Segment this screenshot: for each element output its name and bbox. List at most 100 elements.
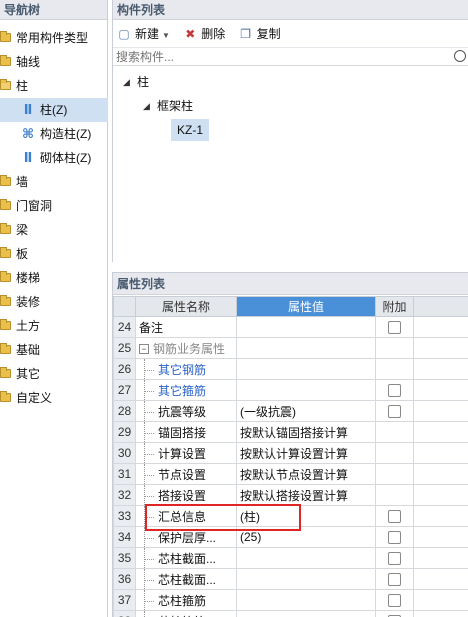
property-row[interactable]: 26 其它钢筋 xyxy=(113,358,468,380)
property-name-cell[interactable]: 芯柱箍筋 xyxy=(135,610,237,617)
search-icon[interactable] xyxy=(454,50,466,62)
property-value-cell[interactable] xyxy=(236,610,376,617)
property-name-cell[interactable]: 芯柱箍筋 xyxy=(135,589,237,611)
property-name-cell[interactable]: 节点设置 xyxy=(135,463,237,485)
nav-item-14[interactable]: 其它 xyxy=(0,362,108,386)
property-name: 抗震等级 xyxy=(158,404,207,419)
nav-item-8[interactable]: 梁 xyxy=(0,218,108,242)
tree-node-column[interactable]: ◢ 柱 xyxy=(113,70,468,94)
property-value-cell[interactable]: 按默认节点设置计算 xyxy=(236,463,376,485)
property-row[interactable]: 25− 钢筋业务属性 xyxy=(113,337,468,359)
property-value-cell[interactable]: 按默认锚固搭接计算 xyxy=(236,421,376,443)
nav-item-label: 板 xyxy=(16,247,29,261)
nav-item-11[interactable]: 装修 xyxy=(0,290,108,314)
property-name-cell[interactable]: 其它箍筋 xyxy=(135,379,237,401)
folder-icon xyxy=(0,295,11,306)
extra-checkbox[interactable] xyxy=(388,531,401,545)
property-row[interactable]: 38芯柱箍筋 xyxy=(113,610,468,617)
extra-checkbox[interactable] xyxy=(388,405,401,419)
property-value-cell[interactable] xyxy=(236,547,376,569)
property-value-cell[interactable] xyxy=(236,358,376,380)
property-spare-cell xyxy=(413,463,468,485)
nav-item-0[interactable]: 常用构件类型 xyxy=(0,26,108,50)
nav-item-13[interactable]: 基础 xyxy=(0,338,108,362)
property-row[interactable]: 27 其它箍筋 xyxy=(113,379,468,401)
extra-checkbox[interactable] xyxy=(388,321,401,335)
nav-item-10[interactable]: 楼梯 xyxy=(0,266,108,290)
property-row[interactable]: 36 芯柱截面... xyxy=(113,568,468,590)
folder-icon xyxy=(0,247,11,258)
nav-item-1[interactable]: 轴线 xyxy=(0,50,108,74)
collapse-arrow-icon[interactable]: ◢ xyxy=(143,94,150,118)
nav-item-label: 装修 xyxy=(16,295,41,309)
collapse-arrow-icon[interactable]: ◢ xyxy=(123,70,130,94)
property-value-cell[interactable]: 按默认计算设置计算 xyxy=(236,442,376,464)
property-row[interactable]: 24 备注 xyxy=(113,316,468,338)
property-value-cell[interactable]: (25) xyxy=(236,526,376,548)
copy-button[interactable]: ❐ 复制 xyxy=(239,20,280,48)
delete-button[interactable]: ✖ 删除 xyxy=(183,20,225,48)
property-spare-cell xyxy=(413,526,468,548)
property-name-cell[interactable]: 其它钢筋 xyxy=(135,358,237,380)
property-row[interactable]: 31 节点设置 按默认节点设置计算 xyxy=(113,463,468,485)
property-name: 钢筋业务属性 xyxy=(153,341,226,356)
property-table: 属性名称 属性值 附加 24 备注 25− 钢筋业务属性 26 其它钢筋 27 其它箍筋 28 抗… xyxy=(113,296,468,617)
property-value-cell[interactable]: 按默认搭接设置计算 xyxy=(236,484,376,506)
property-value-cell[interactable]: (柱) xyxy=(236,505,376,527)
property-value-cell[interactable] xyxy=(236,568,376,590)
nav-item-2[interactable]: 柱 xyxy=(0,74,108,98)
nav-item-3[interactable]: Ⅱ 柱(Z) xyxy=(0,98,108,122)
property-name-cell[interactable]: 备注 xyxy=(135,316,237,338)
property-extra-header[interactable]: 附加 xyxy=(375,296,414,317)
extra-checkbox[interactable] xyxy=(388,594,401,608)
property-row[interactable]: 35 芯柱截面... xyxy=(113,547,468,569)
property-name-cell[interactable]: 保护层厚... xyxy=(135,526,237,548)
dropdown-arrow-icon[interactable]: ▼ xyxy=(162,22,170,50)
new-button[interactable]: ▢ 新建 ▼ xyxy=(117,20,170,50)
property-name-cell[interactable]: 芯柱截面... xyxy=(135,547,237,569)
component-toolbar: ▢ 新建 ▼ ✖ 删除 ❐ 复制 xyxy=(113,20,468,48)
nav-item-15[interactable]: 自定义 xyxy=(0,386,108,410)
property-row[interactable]: 34 保护层厚... (25) xyxy=(113,526,468,548)
property-row[interactable]: 32 搭接设置 按默认搭接设置计算 xyxy=(113,484,468,506)
property-value-cell[interactable] xyxy=(236,316,376,338)
property-name-cell[interactable]: 芯柱截面... xyxy=(135,568,237,590)
property-name-header[interactable]: 属性名称 xyxy=(135,296,237,317)
row-number: 38 xyxy=(113,610,136,617)
property-name-cell[interactable]: 汇总信息 xyxy=(135,505,237,527)
property-row[interactable]: 33 汇总信息 (柱) xyxy=(113,505,468,527)
property-value-cell[interactable] xyxy=(236,589,376,611)
property-name-cell[interactable]: 抗震等级 xyxy=(135,400,237,422)
property-name-cell[interactable]: − 钢筋业务属性 xyxy=(135,337,237,359)
component-search-input[interactable] xyxy=(113,48,453,65)
nav-item-5[interactable]: Ⅱ 砌体柱(Z) xyxy=(0,146,108,170)
property-row[interactable]: 29 锚固搭接 按默认锚固搭接计算 xyxy=(113,421,468,443)
property-value-cell[interactable]: (一级抗震) xyxy=(236,400,376,422)
nav-item-12[interactable]: 土方 xyxy=(0,314,108,338)
property-row[interactable]: 30 计算设置 按默认计算设置计算 xyxy=(113,442,468,464)
row-number: 37 xyxy=(113,589,136,611)
nav-item-7[interactable]: 门窗洞 xyxy=(0,194,108,218)
extra-checkbox[interactable] xyxy=(388,384,401,398)
property-row[interactable]: 28 抗震等级 (一级抗震) xyxy=(113,400,468,422)
extra-checkbox[interactable] xyxy=(388,552,401,566)
nav-item-4[interactable]: ⌘ 构造柱(Z) xyxy=(0,122,108,146)
tree-node-frame-column[interactable]: ◢ 框架柱 xyxy=(113,94,468,118)
extra-checkbox[interactable] xyxy=(388,573,401,587)
nav-item-label: 砌体柱(Z) xyxy=(40,151,92,165)
property-name-cell[interactable]: 搭接设置 xyxy=(135,484,237,506)
property-value-cell[interactable] xyxy=(236,379,376,401)
nav-item-9[interactable]: 板 xyxy=(0,242,108,266)
property-name-cell[interactable]: 锚固搭接 xyxy=(135,421,237,443)
row-number: 35 xyxy=(113,547,136,569)
property-row[interactable]: 37 芯柱箍筋 xyxy=(113,589,468,611)
property-value-cell[interactable] xyxy=(236,337,376,359)
nav-item-6[interactable]: 墙 xyxy=(0,170,108,194)
property-name-cell[interactable]: 计算设置 xyxy=(135,442,237,464)
property-value-header[interactable]: 属性值 xyxy=(236,296,376,317)
new-document-icon: ▢ xyxy=(118,27,130,41)
collapse-icon[interactable]: − xyxy=(139,344,149,355)
row-number: 28 xyxy=(113,400,136,422)
extra-checkbox[interactable] xyxy=(388,510,401,524)
tree-node-kz1[interactable]: KZ-1 xyxy=(113,118,468,142)
